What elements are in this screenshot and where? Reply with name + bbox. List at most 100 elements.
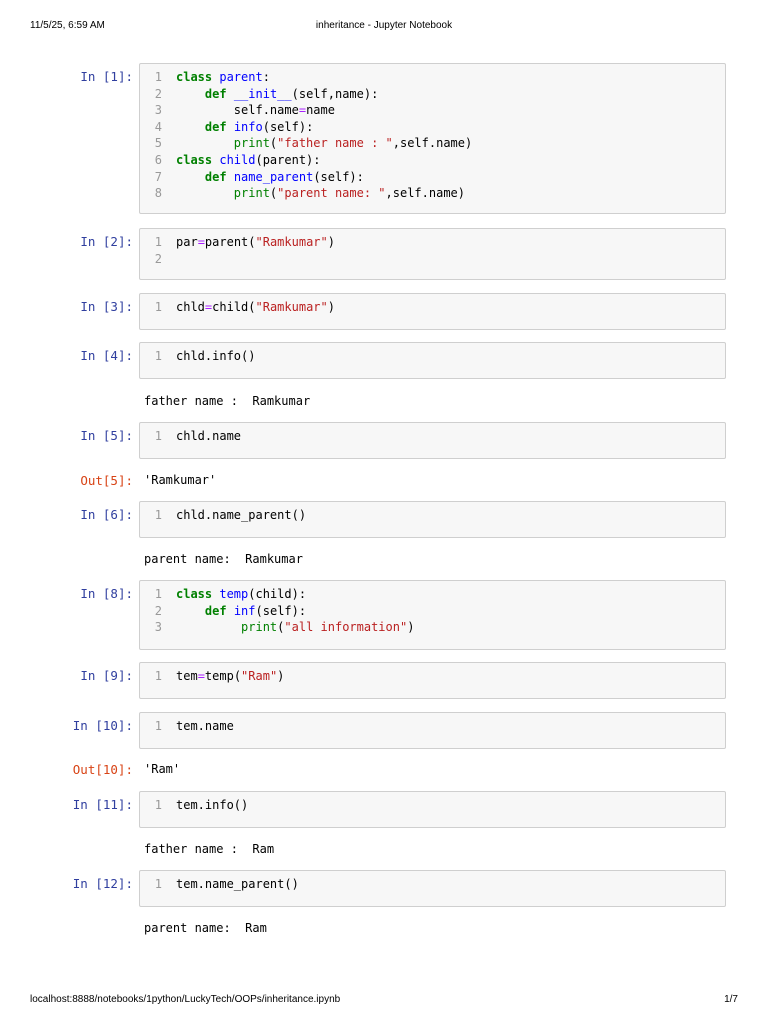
code-line: 6 class child(parent): <box>140 152 725 169</box>
code-token: class <box>176 70 213 84</box>
code-token: class <box>176 587 213 601</box>
code-line: 2 <box>140 251 725 268</box>
page-number: 1/7 <box>724 994 738 1005</box>
code-line: 1 chld.info() <box>140 348 725 365</box>
line-number: 7 <box>154 169 162 184</box>
input-prompt: In [1]: <box>80 69 133 84</box>
code-token: (self): <box>262 119 314 134</box>
code-input[interactable]: 1 chld=child("Ramkumar") <box>139 293 726 330</box>
line-number: 6 <box>154 152 162 167</box>
code-input[interactable]: 1 tem=temp("Ram") <box>139 662 726 699</box>
code-token: inf <box>233 603 256 618</box>
code-token: child( <box>212 300 256 314</box>
code-token: ) <box>327 235 335 249</box>
line-number: 1 <box>154 508 162 522</box>
code-line: 3 print("all information") <box>140 619 725 636</box>
code-input[interactable]: 1 chld.name_parent() <box>139 501 726 538</box>
code-token: parent( <box>204 235 256 249</box>
code-token: def <box>204 119 227 134</box>
code-token: (parent): <box>255 152 321 167</box>
input-prompt: In [6]: <box>80 507 133 522</box>
line-number: 3 <box>154 620 162 635</box>
code-line: 5 print("father name : ",self.name) <box>140 135 725 152</box>
code-line: 1 tem.name <box>140 718 725 735</box>
input-prompt: In [4]: <box>80 348 133 363</box>
code-token: chld <box>176 300 205 314</box>
code-token: temp( <box>204 669 242 683</box>
line-number: 2 <box>154 603 162 618</box>
code-line: 1 par=parent("Ramkumar") <box>140 234 725 251</box>
code-line: 1 chld.name <box>140 428 725 445</box>
cell-output: 'Ramkumar' <box>144 473 217 487</box>
code-token: class <box>176 152 213 167</box>
input-prompt: In [9]: <box>80 668 133 683</box>
code-token: tem <box>176 669 198 683</box>
code-token: "Ram" <box>241 669 278 683</box>
code-token: tem.name_parent() <box>176 877 299 891</box>
input-prompt: In [8]: <box>80 586 133 601</box>
input-prompt: In [5]: <box>80 428 133 443</box>
code-line: 1 tem.info() <box>140 797 725 814</box>
code-token: name <box>306 103 335 118</box>
code-token: child <box>219 152 256 167</box>
code-input[interactable]: 1 par=parent("Ramkumar") 2 <box>139 228 726 280</box>
output-prompt: Out[5]: <box>80 473 133 488</box>
input-prompt: In [10]: <box>72 718 133 733</box>
code-token: ) <box>327 300 335 314</box>
line-number: 1 <box>154 70 162 84</box>
code-token: ,self.name) <box>392 136 473 151</box>
line-number: 5 <box>154 136 162 151</box>
code-token: = <box>298 103 307 118</box>
code-line: 7 def name_parent(self): <box>140 169 725 186</box>
line-number: 2 <box>154 251 162 266</box>
footer-url: localhost:8888/notebooks/1python/LuckyTe… <box>30 994 341 1005</box>
code-token: = <box>197 669 205 683</box>
code-line: 3 self.name=name <box>140 102 725 119</box>
code-line: 2 def __init__(self,name): <box>140 86 725 103</box>
code-token: __init__ <box>233 86 292 101</box>
code-line: 1 chld=child("Ramkumar") <box>140 299 725 316</box>
cell-output: parent name: Ramkumar <box>144 552 303 566</box>
cell-output: father name : Ram <box>144 842 275 856</box>
code-token: self.name <box>176 103 299 118</box>
code-input[interactable]: 1 chld.info() <box>139 342 726 379</box>
code-input[interactable]: 1 tem.name <box>139 712 726 749</box>
input-prompt: In [12]: <box>72 876 133 891</box>
code-token: tem.name <box>176 719 234 733</box>
code-token: (self): <box>255 603 307 618</box>
code-input[interactable]: 1 class temp(child): 2 def inf(self): 3 pri… <box>139 580 726 650</box>
code-line: 1 tem=temp("Ram") <box>140 668 725 685</box>
code-token: "parent name: " <box>277 186 386 201</box>
line-number: 4 <box>154 119 162 134</box>
line-number: 1 <box>154 587 162 601</box>
page-title: inheritance - Jupyter Notebook <box>315 20 453 31</box>
code-input[interactable]: 1 tem.info() <box>139 791 726 828</box>
line-number: 3 <box>154 103 162 118</box>
code-token: def <box>204 603 227 618</box>
code-token: tem.info() <box>176 798 249 812</box>
code-token: "Ramkumar" <box>255 235 328 249</box>
line-number: 1 <box>154 877 162 891</box>
code-token: = <box>197 235 205 249</box>
code-token: chld.info() <box>176 349 256 363</box>
code-token: def <box>204 169 227 184</box>
code-token: print <box>233 186 270 201</box>
code-line: 1 chld.name_parent() <box>140 507 725 524</box>
cell-output: 'Ram' <box>144 762 181 776</box>
line-number: 1 <box>154 798 162 812</box>
code-input[interactable]: 1 tem.name_parent() <box>139 870 726 907</box>
code-token: parent <box>219 70 263 84</box>
code-input[interactable]: 1 class parent: 2 def __init__(self,name):… <box>139 63 726 214</box>
code-line: 1 class temp(child): <box>140 586 725 603</box>
code-input[interactable]: 1 chld.name <box>139 422 726 459</box>
code-token: par <box>176 235 198 249</box>
input-prompt: In [3]: <box>80 299 133 314</box>
